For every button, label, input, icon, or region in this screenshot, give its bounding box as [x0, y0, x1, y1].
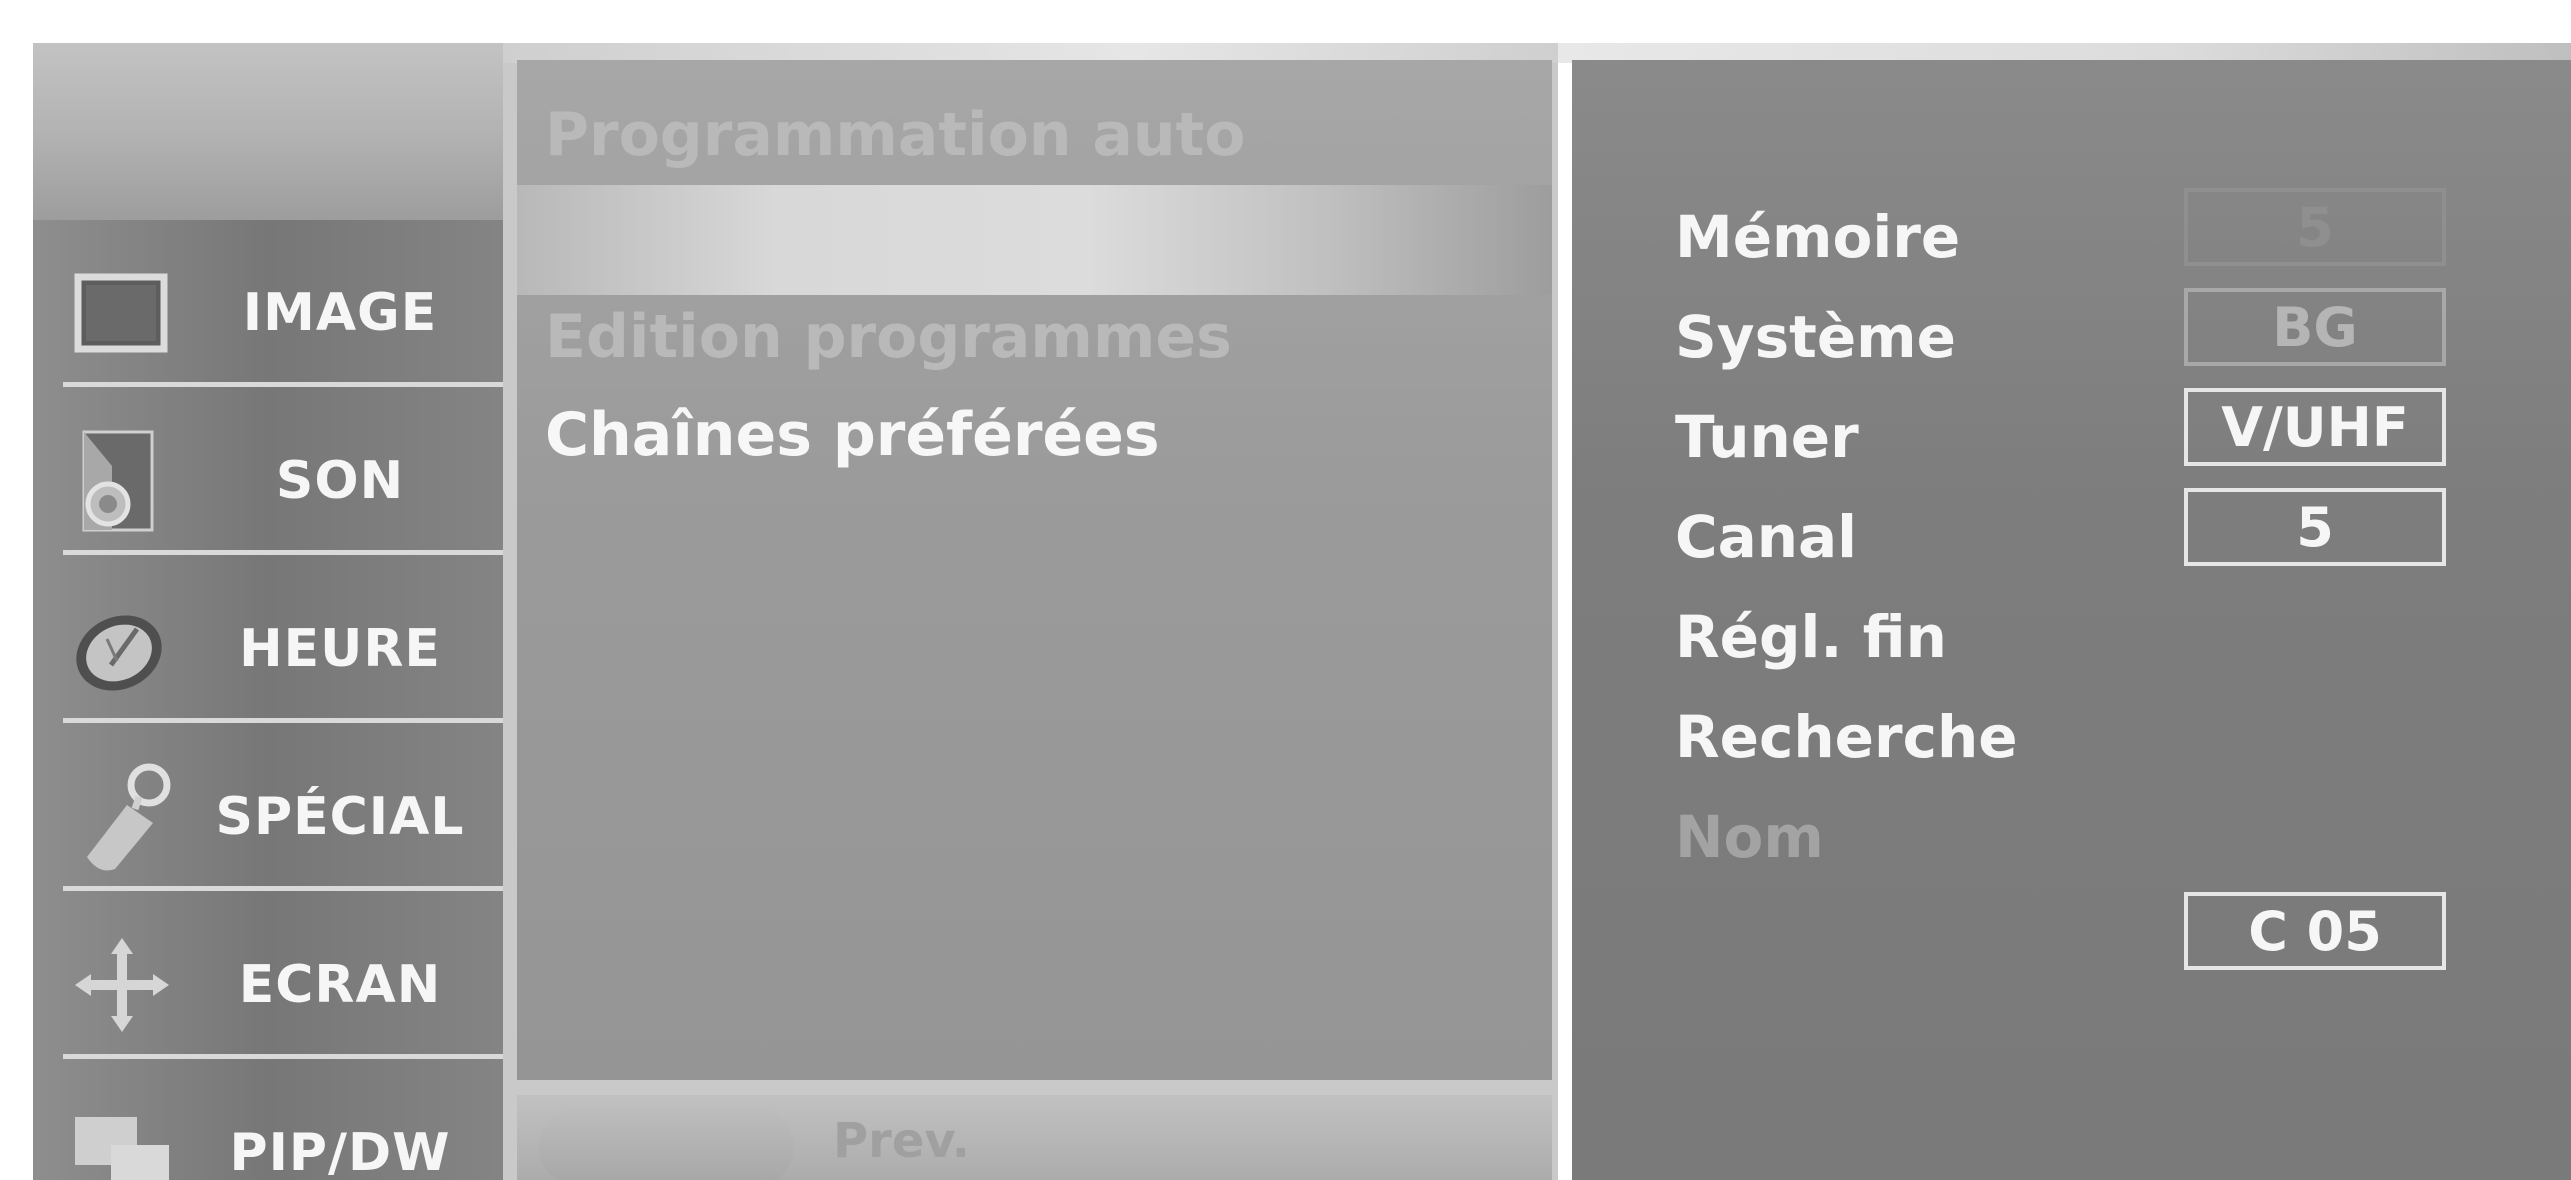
setting-label-nom: Nom — [1675, 803, 1824, 871]
sidebar-item-son[interactable]: SON — [55, 398, 495, 564]
sidebar-divider — [63, 886, 513, 891]
speaker-icon — [67, 426, 177, 536]
setting-label-regl-fin[interactable]: Régl. fin — [1675, 603, 1947, 671]
sidebar-divider — [63, 550, 513, 555]
prev-button[interactable] — [539, 1107, 794, 1180]
setting-label-tuner[interactable]: Tuner — [1675, 403, 1859, 471]
sidebar-divider — [63, 718, 513, 723]
clock-icon — [67, 594, 177, 704]
key-tag-icon — [67, 762, 177, 872]
sidebar-item-ecran[interactable]: ECRAN — [55, 902, 495, 1068]
sidebar-item-special[interactable]: SPÉCIAL — [55, 734, 495, 900]
setting-value-systeme[interactable]: BG — [2184, 288, 2446, 366]
menu-item-chaines-preferees[interactable]: Chaînes préférées — [545, 400, 1160, 470]
menu-footer: Prev. — [517, 1095, 1552, 1180]
sidebar-item-label: SPÉCIAL — [215, 787, 465, 847]
monitor-icon — [67, 258, 177, 368]
menu-item-programmation-auto[interactable]: Programmation auto — [545, 100, 1246, 170]
setting-value-tuner[interactable]: V/UHF — [2184, 388, 2446, 466]
sidebar-item-label: SON — [275, 451, 405, 511]
move-arrows-icon — [67, 930, 177, 1040]
menu-item-edition-programmes[interactable]: Edition programmes — [545, 302, 1232, 372]
sidebar-item-heure[interactable]: HEURE — [55, 566, 495, 732]
setting-label-systeme[interactable]: Système — [1675, 303, 1956, 371]
sidebar-divider — [63, 382, 513, 387]
setting-label-recherche[interactable]: Recherche — [1675, 703, 2018, 771]
sidebar-item-label: ECRAN — [238, 955, 442, 1015]
sidebar-item-pip-dw[interactable]: PIP/DW — [55, 1070, 495, 1180]
sidebar-item-label: PIP/DW — [229, 1123, 451, 1180]
sidebar-item-label: IMAGE — [242, 283, 438, 343]
settings-panel: Mémoire 5 Système BG Tuner V/UHF Canal 5… — [1572, 60, 2571, 1180]
menu-item-highlighted[interactable] — [517, 185, 1552, 295]
channel-name-field[interactable]: C 05 — [2184, 892, 2446, 970]
category-sidebar: IMAGE SON HEURE SPÉCIAL ECRAN PIP/DW — [33, 220, 513, 1180]
setting-value-memoire[interactable]: 5 — [2184, 188, 2446, 266]
prev-label: Prev. — [833, 1113, 971, 1169]
sidebar-item-image[interactable]: IMAGE — [55, 230, 495, 396]
setting-label-memoire[interactable]: Mémoire — [1675, 203, 1960, 271]
setting-value-canal[interactable]: 5 — [2184, 488, 2446, 566]
setting-label-canal[interactable]: Canal — [1675, 503, 1857, 571]
sidebar-item-label: HEURE — [239, 619, 441, 679]
tv-osd-screen: IMAGE SON HEURE SPÉCIAL ECRAN PIP/DW Pro… — [0, 0, 2571, 1180]
sidebar-header — [33, 43, 503, 220]
menu-panel: Programmation auto Edition programmes Ch… — [517, 60, 1552, 1080]
pip-windows-icon — [67, 1098, 177, 1180]
sidebar-divider — [63, 1054, 513, 1059]
